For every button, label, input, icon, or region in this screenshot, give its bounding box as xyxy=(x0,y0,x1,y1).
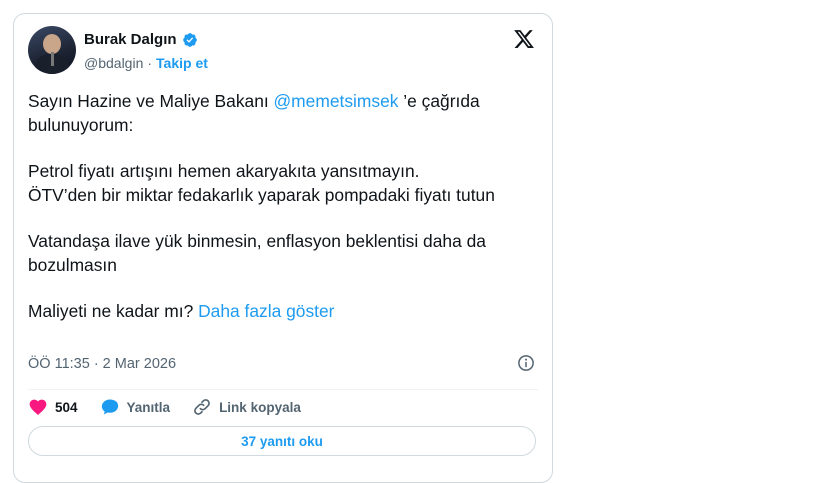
heart-icon xyxy=(29,399,47,415)
divider xyxy=(28,389,538,390)
tweet-paragraph-4: Maliyeti ne kadar mı? Daha fazla göster xyxy=(28,300,538,324)
author-handle[interactable]: @bdalgin xyxy=(84,55,143,71)
like-button[interactable]: 504 xyxy=(28,397,78,417)
copy-link-label: Link kopyala xyxy=(219,399,301,415)
author-name[interactable]: Burak Dalgın xyxy=(84,31,177,48)
author-name-row: Burak Dalgın xyxy=(84,31,198,48)
follow-button[interactable]: Takip et xyxy=(156,55,208,71)
tweet-paragraph-3: Vatandaşa ilave yük binmesin, enflasyon … xyxy=(28,231,486,275)
read-replies-button[interactable]: 37 yanıtı oku xyxy=(28,426,536,456)
like-count: 504 xyxy=(55,399,78,415)
reply-label: Yanıtla xyxy=(126,399,171,415)
tweet-line1-prefix: Sayın Hazine ve Maliye Bakanı xyxy=(28,91,274,111)
author-handle-row: @bdalgin · Takip et xyxy=(84,55,208,71)
avatar-microphone xyxy=(51,52,54,66)
tweet-paragraph-4-text: Maliyeti ne kadar mı? xyxy=(28,301,199,321)
handle-separator: · xyxy=(147,55,153,71)
tweet-timestamp[interactable]: ÖÖ 11:35 · 2 Mar 2026 xyxy=(28,356,176,372)
tweet-text: Sayın Hazine ve Maliye Bakanı @memetsims… xyxy=(28,90,538,347)
mention-link[interactable]: @memetsimsek xyxy=(274,91,399,111)
info-icon[interactable] xyxy=(517,354,535,372)
avatar[interactable] xyxy=(28,26,76,74)
avatar-head xyxy=(43,34,61,54)
speech-bubble-icon xyxy=(101,399,118,415)
tweet-paragraph-2: Petrol fiyatı artışını hemen akaryakıta … xyxy=(28,161,495,205)
tweet-paragraph-1: Sayın Hazine ve Maliye Bakanı @memetsims… xyxy=(28,90,538,137)
show-more-link[interactable]: Daha fazla göster xyxy=(198,301,334,321)
verified-badge-icon xyxy=(182,32,197,47)
copy-link-button[interactable]: Link kopyala xyxy=(192,397,301,417)
link-icon xyxy=(194,399,210,415)
x-logo-icon[interactable] xyxy=(512,28,536,50)
action-bar: 504 Yanıtla Link kopyala xyxy=(28,396,323,418)
tweet-card: Burak Dalgın @bdalgin · Takip et Sayın H… xyxy=(13,13,553,483)
reply-button[interactable]: Yanıtla xyxy=(100,397,171,417)
